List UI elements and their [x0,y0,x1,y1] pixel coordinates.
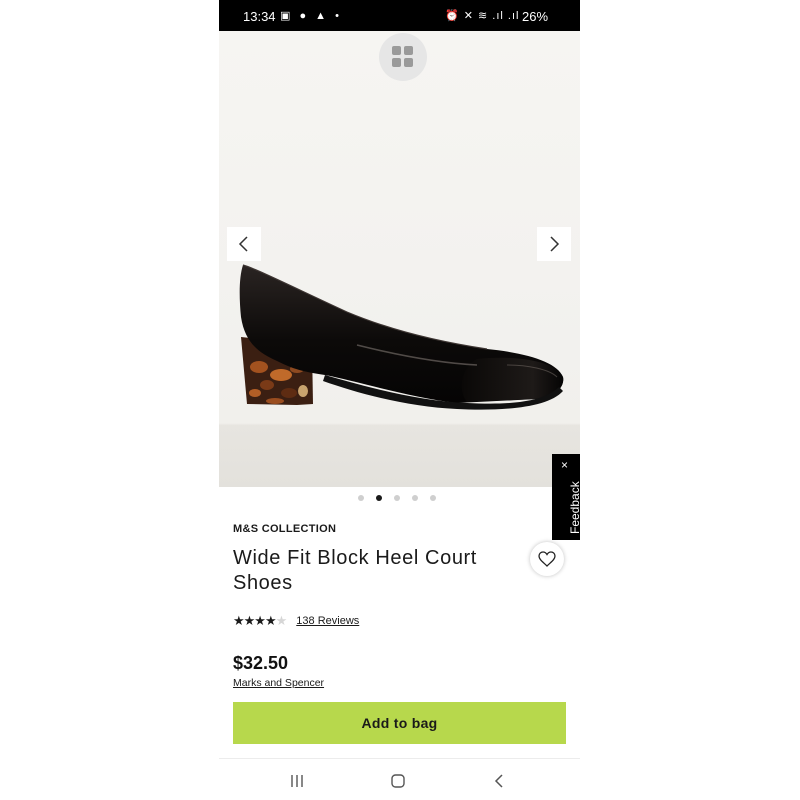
product-image-gallery[interactable] [219,31,580,487]
recent-apps-button[interactable] [285,769,309,793]
chevron-right-icon [550,236,560,252]
android-navigation-bar [219,758,580,800]
grid-view-button[interactable] [379,33,427,81]
back-chevron-icon [494,774,503,788]
system-status-icons: ⏰ ✕ ≋ .ıl .ıl [445,10,520,22]
previous-image-button[interactable] [227,227,261,261]
feedback-label: Feedback [568,481,580,534]
battery-level: 26% [522,9,549,24]
notification-icons: ▣ ● ▲ • [280,10,342,22]
home-button[interactable] [386,769,410,793]
grid-icon [392,46,413,67]
gallery-dot-active[interactable] [376,495,382,501]
next-image-button[interactable] [537,227,571,261]
product-rating: ★★★★★ 138 Reviews [233,613,359,629]
status-bar: 13:34 ▣ ● ▲ • ⏰ ✕ ≋ .ıl .ıl 26% [219,0,580,31]
status-time: 13:34 [243,9,276,24]
feedback-close-button[interactable]: × [561,458,568,472]
product-price: $32.50 [233,653,289,673]
product-shoe-image [239,264,564,410]
add-to-bag-button[interactable]: Add to bag [233,702,566,744]
recent-apps-icon [291,775,303,787]
star-rating-icons: ★★★★★ [233,613,287,628]
product-brand: M&S COLLECTION [233,523,337,535]
back-button[interactable] [487,769,511,793]
seller-link[interactable]: Marks and Spencer [233,677,324,689]
feedback-tab[interactable]: × Feedback [552,454,580,540]
gallery-dot[interactable] [358,495,364,501]
reviews-link[interactable]: 138 Reviews [296,615,359,627]
phone-screen: 13:34 ▣ ● ▲ • ⏰ ✕ ≋ .ıl .ıl 26% × Feedba… [219,0,580,800]
heart-icon [538,551,556,567]
gallery-dot[interactable] [430,495,436,501]
gallery-dot[interactable] [412,495,418,501]
gallery-dot[interactable] [394,495,400,501]
wishlist-button[interactable] [530,542,564,576]
home-icon [391,774,405,788]
gallery-pagination [358,495,436,501]
chevron-left-icon [238,236,248,252]
product-title: Wide Fit Block Heel Court Shoes [233,547,477,594]
